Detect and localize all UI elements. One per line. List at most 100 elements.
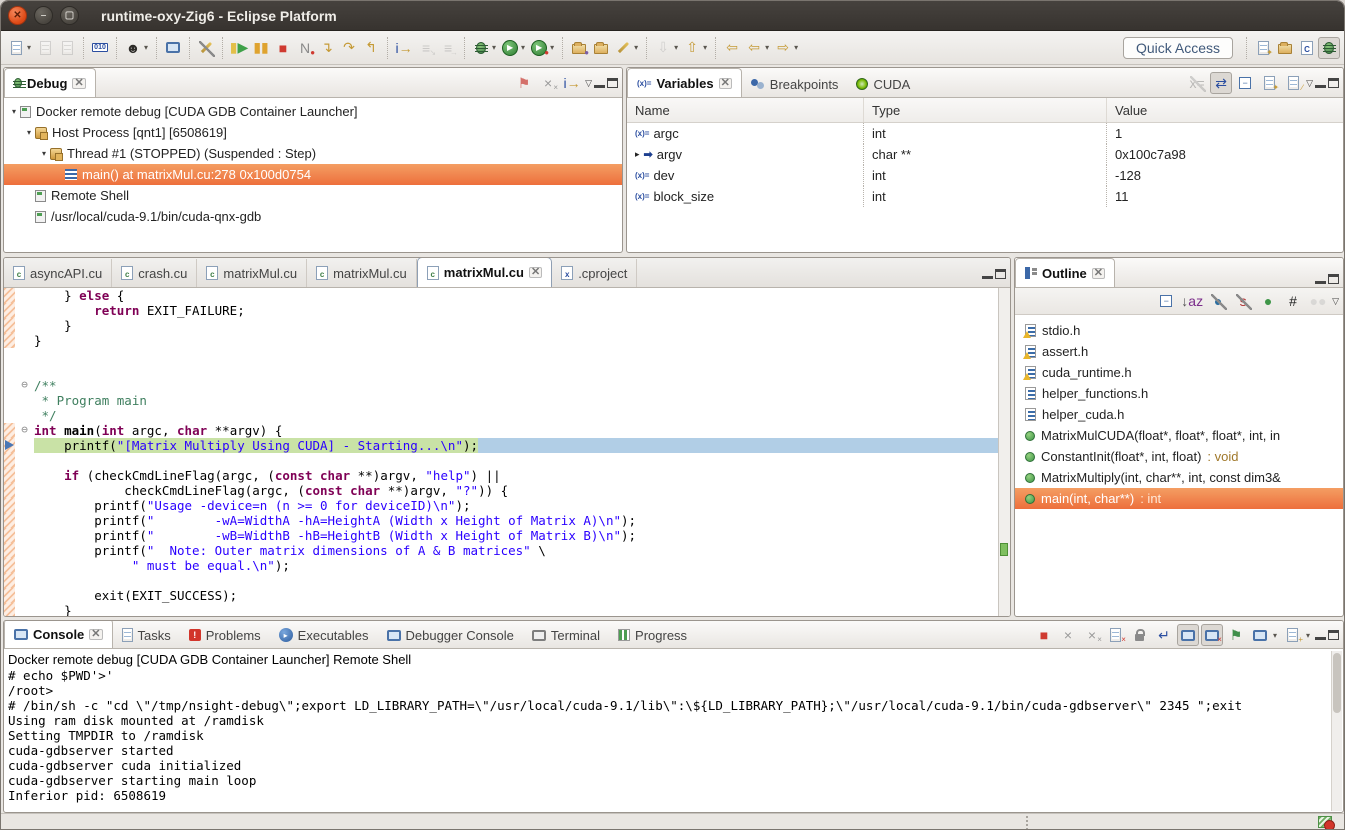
overview-ruler[interactable] [998, 288, 1010, 616]
tab-debugger-console[interactable]: Debugger Console [378, 622, 523, 648]
terminate-icon[interactable]: ■ [1033, 624, 1055, 646]
statusbar-sash-handle[interactable] [1026, 816, 1028, 830]
editor-tab-matrixMul-cu[interactable]: cmatrixMul.cu✕ [417, 257, 552, 287]
variables-view-menu-icon[interactable]: ▽ [1306, 78, 1313, 89]
hide-static-icon[interactable]: s [1232, 290, 1254, 312]
debug-perspective-icon[interactable] [1318, 37, 1340, 59]
tab-console[interactable]: Console✕ [4, 620, 113, 648]
profile-launch-icon-dropdown[interactable]: ▾ [550, 43, 554, 52]
editor-tab-crash-cu[interactable]: ccrash.cu [112, 259, 197, 287]
pin-console-icon[interactable]: ⚑ [1225, 624, 1247, 646]
last-edit-location-icon[interactable]: ⇦ [721, 37, 743, 59]
debug-tree-item[interactable]: ▾Host Process [qnt1] [6508619] [4, 122, 622, 143]
console-output[interactable]: Docker remote debug [CUDA GDB Container … [4, 649, 1343, 809]
pin-debug-context-icon[interactable]: ⚑ [513, 72, 535, 94]
outline-view-menu-icon[interactable]: ▽ [1332, 296, 1339, 307]
background-jobs-icon[interactable] [1318, 816, 1332, 828]
close-icon[interactable]: ✕ [89, 629, 102, 640]
suspend-icon[interactable]: ▮▮ [250, 37, 272, 59]
tab-cuda[interactable]: CUDA [847, 71, 919, 97]
scroll-lock-icon[interactable] [1129, 624, 1151, 646]
show-on-stdout-icon[interactable] [1177, 624, 1199, 646]
variables-minimize-icon[interactable] [1315, 84, 1326, 88]
new-wizard-icon[interactable] [5, 37, 27, 59]
previous-annotation-icon-dropdown[interactable]: ▾ [703, 43, 707, 52]
editor-minimize-icon[interactable] [982, 275, 993, 279]
debug-launch-icon[interactable] [470, 37, 492, 59]
move-to-line-icon[interactable]: ≡→ [437, 37, 459, 59]
expander-icon[interactable]: ▾ [8, 107, 20, 116]
window-maximize-button[interactable]: ▢ [60, 6, 79, 25]
remove-all-terminated-icon[interactable]: ×× [537, 72, 559, 94]
outline-item[interactable]: helper_functions.h [1015, 383, 1343, 404]
console-minimize-icon[interactable] [1315, 636, 1326, 640]
remove-launch-icon[interactable]: × [1057, 624, 1079, 646]
forward-history-icon-dropdown[interactable]: ▾ [794, 43, 798, 52]
tab-executables[interactable]: ▸Executables [270, 622, 378, 648]
debug-maximize-icon[interactable] [607, 78, 618, 88]
step-into-selection-icon[interactable]: i→ [393, 37, 415, 59]
display-console-icon[interactable] [1249, 624, 1271, 646]
variable-row[interactable]: (x)=devint-128 [627, 165, 1343, 186]
quick-access-button[interactable]: Quick Access [1123, 37, 1233, 59]
terminate-icon[interactable]: ■ [272, 37, 294, 59]
forward-history-icon[interactable]: ⇨ [772, 37, 794, 59]
close-icon[interactable]: ✕ [72, 78, 85, 89]
word-wrap-icon[interactable]: ↵ [1153, 624, 1175, 646]
variable-row[interactable]: ▸➡argvchar **0x100c7a98 [627, 144, 1343, 165]
add-globals-icon[interactable]: ✦ [1258, 72, 1280, 94]
editor-tab-matrixMul-cu[interactable]: cmatrixMul.cu [197, 259, 307, 287]
show-on-stderr-icon[interactable]: × [1201, 624, 1223, 646]
open-console-icon[interactable] [162, 37, 184, 59]
column-header-value[interactable]: Value [1107, 98, 1343, 122]
open-perspective-icon[interactable]: ✦ [1252, 37, 1274, 59]
open-type-icon[interactable]: ● [568, 37, 590, 59]
tab-progress[interactable]: Progress [609, 622, 696, 648]
clear-console-icon[interactable]: × [1105, 624, 1127, 646]
mark-occurrences-icon[interactable] [195, 37, 217, 59]
instruction-stepping-icon[interactable]: ≡↘ [415, 37, 437, 59]
outline-item[interactable]: main(int, char**) : int [1015, 488, 1343, 509]
fold-marker-icon[interactable]: ⊖ [15, 378, 34, 393]
variable-row[interactable]: (x)=block_sizeint11 [627, 186, 1343, 207]
debug-tree-item[interactable]: ▾Thread #1 (STOPPED) (Suspended : Step) [4, 143, 622, 164]
column-header-name[interactable]: Name [627, 98, 864, 122]
step-return-icon[interactable]: ↰ [360, 37, 382, 59]
outline-item[interactable]: stdio.h [1015, 320, 1343, 341]
show-logical-structures-icon[interactable]: ⇄ [1210, 72, 1232, 94]
console-scrollbar[interactable] [1331, 651, 1342, 811]
sort-icon[interactable]: ↓az [1180, 290, 1204, 312]
column-header-type[interactable]: Type [864, 98, 1107, 122]
step-into-icon[interactable]: ↴ [316, 37, 338, 59]
outline-item[interactable]: MatrixMulCUDA(float*, float*, float*, in… [1015, 425, 1343, 446]
collapse-all-icon[interactable]: − [1234, 72, 1256, 94]
debug-tree-item[interactable]: Remote Shell [4, 185, 622, 206]
resume-icon[interactable]: ▮▶ [228, 37, 250, 59]
tab-terminal[interactable]: Terminal [523, 622, 609, 648]
back-history-icon[interactable]: ⇦ [743, 37, 765, 59]
hide-non-public-icon[interactable]: ● [1257, 290, 1279, 312]
editor-tab-asyncAPI-cu[interactable]: casyncAPI.cu [4, 259, 112, 287]
editor-tab-cproject[interactable]: x.cproject [552, 259, 637, 287]
outline-item[interactable]: assert.h [1015, 341, 1343, 362]
open-resource-icon[interactable] [590, 37, 612, 59]
run-launch-icon-dropdown[interactable]: ▾ [521, 43, 525, 52]
annotation-pen-icon-dropdown[interactable]: ▾ [634, 43, 638, 52]
next-annotation-icon[interactable]: ⇩ [652, 37, 674, 59]
expander-icon[interactable]: ▾ [23, 128, 35, 137]
code-editor[interactable]: } else { return EXIT_FAILURE; }}⊖/** * P… [4, 288, 1010, 616]
outline-item[interactable]: helper_cuda.h [1015, 404, 1343, 425]
display-console-icon-dropdown[interactable]: ▾ [1273, 631, 1277, 640]
outline-item[interactable]: MatrixMultiply(int, char**, int, const d… [1015, 467, 1343, 488]
binary-file-icon[interactable]: 010 [89, 37, 111, 59]
expander-icon[interactable]: ▾ [38, 149, 50, 158]
save-all-icon[interactable] [56, 37, 78, 59]
fold-marker-icon[interactable]: ⊖ [15, 423, 34, 438]
next-annotation-icon-dropdown[interactable]: ▾ [674, 43, 678, 52]
outline-maximize-icon[interactable] [1328, 274, 1339, 284]
collapse-all-icon[interactable]: − [1155, 290, 1177, 312]
open-console-icon[interactable]: + [1282, 624, 1304, 646]
hide-inactive-icon[interactable]: # [1282, 290, 1304, 312]
new-wizard-icon-dropdown[interactable]: ▾ [27, 43, 31, 52]
window-minimize-button[interactable]: – [34, 6, 53, 25]
